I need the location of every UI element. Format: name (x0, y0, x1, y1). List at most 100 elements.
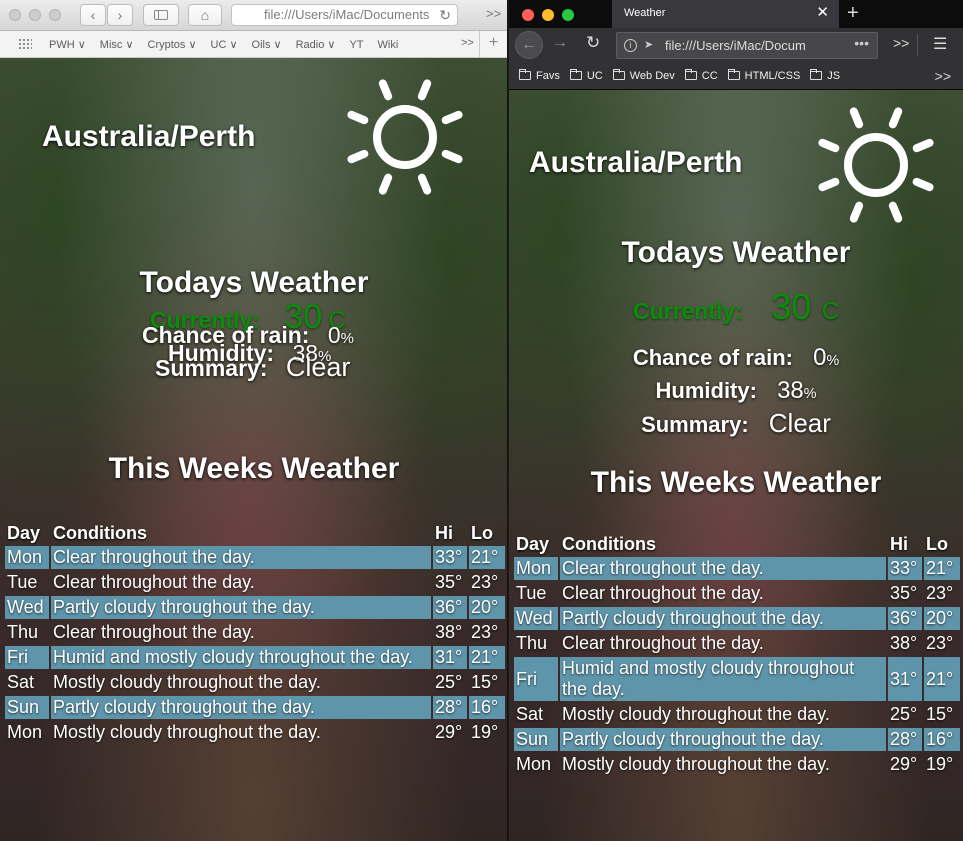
reload-button[interactable]: ↻ (586, 33, 600, 53)
bookmark-list: PWH ∨ Misc ∨ Cryptos ∨ UC ∨ Oils ∨ Radio ∨ YT W… (49, 38, 412, 51)
lo-cell: 23° (926, 633, 954, 653)
bookmark-item[interactable]: Cryptos ∨ (148, 39, 197, 51)
hi-cell: 33° (888, 557, 922, 580)
lo-cell: 23° (926, 583, 954, 603)
hi-cell: 33° (433, 546, 467, 569)
new-tab-button[interactable]: + (847, 2, 859, 25)
bookmark-item[interactable]: Misc ∨ (100, 39, 134, 51)
day-cell: Fri (514, 657, 558, 701)
back-button[interactable]: ‹ (80, 4, 106, 26)
hi-cell: 36° (888, 607, 922, 630)
minimize-button[interactable] (542, 9, 554, 21)
sun-icon (818, 107, 934, 223)
back-button[interactable]: ← (515, 31, 543, 59)
bookmark-folder[interactable]: Web Dev (612, 69, 675, 82)
folder-icon (612, 69, 625, 80)
forward-button[interactable]: › (107, 4, 133, 26)
table-row: Sun Partly cloudy throughout the day. 28° 1… (514, 728, 960, 751)
arrow-left-icon: ← (521, 36, 537, 53)
table-row: Mon Clear throughout the day. 33° 21° (514, 557, 960, 580)
close-button[interactable] (522, 9, 534, 21)
hi-cell: 28° (433, 696, 467, 719)
weather-page: Australia/Perth Todays Weather Currently… (0, 58, 507, 841)
day-cell: Sat (7, 672, 35, 692)
bookmark-list: Favs UC Web Dev CC HTML/CSS JS (519, 69, 850, 82)
day-cell: Wed (514, 607, 558, 630)
table-row: Fri Humid and mostly cloudy throughout th… (5, 646, 505, 669)
col-lo: Lo (471, 523, 493, 543)
table-row: Tue Clear throughout the day. 35° 23° (514, 582, 960, 605)
col-day: Day (7, 523, 41, 543)
zoom-button[interactable] (49, 9, 61, 21)
conditions-cell: Clear throughout the day. (560, 557, 886, 580)
bookmark-item[interactable]: Wiki (378, 39, 399, 51)
bookmark-label: CC (701, 70, 718, 82)
bookmark-label: HTML/CSS (744, 70, 801, 82)
day-cell: Thu (516, 633, 548, 653)
lo-cell: 16° (924, 728, 960, 751)
toolbar-overflow[interactable]: >> (893, 35, 909, 51)
close-tab-icon[interactable]: ✕ (816, 0, 829, 26)
sidebar-icon (154, 10, 168, 20)
chevron-right-icon: › (117, 7, 123, 23)
lo-cell: 21° (469, 546, 505, 569)
lo-cell: 19° (926, 754, 954, 774)
tab-strip: Weather ✕ + (509, 0, 963, 28)
address-bar[interactable]: i ➤ file:///Users/iMac/Docum ••• (616, 32, 878, 59)
reload-icon[interactable]: ↻ (439, 5, 451, 25)
col-conditions: Conditions (53, 523, 147, 543)
conditions-cell: Partly cloudy throughout the day. (560, 607, 886, 630)
new-tab-button[interactable]: + (479, 31, 507, 57)
rain-label: Chance of rain: (632, 345, 793, 370)
day-cell: Mon (516, 754, 552, 774)
bookmark-item[interactable]: UC ∨ (211, 39, 238, 51)
sidebar-button[interactable] (143, 4, 179, 26)
summary-label: Summary: (641, 412, 749, 437)
day-cell: Fri (5, 646, 49, 669)
address-text: file:///Users/iMac/Documents (264, 7, 430, 22)
firefox-window: Weather ✕ + ← → ↻ i ➤ file:///Users/iMac… (509, 0, 963, 841)
bookmarks-overflow[interactable]: >> (461, 37, 474, 49)
bookmark-folder[interactable]: HTML/CSS (727, 69, 801, 82)
bookmark-folder[interactable]: CC (684, 69, 718, 82)
conditions-cell: Humid and mostly cloudy throughout the d… (560, 657, 886, 701)
summary-label: Summary: (155, 355, 268, 381)
zoom-button[interactable] (562, 9, 574, 21)
top-sites-icon[interactable] (18, 38, 32, 50)
bookmark-label: Web Dev (629, 70, 675, 82)
table-row: Mon Mostly cloudy throughout the day. 29° 1… (5, 721, 505, 744)
bookmark-item[interactable]: Radio ∨ (296, 39, 336, 51)
conditions-cell: Partly cloudy throughout the day. (560, 728, 886, 751)
summary-row: Summary: Clear (155, 352, 350, 383)
lo-cell: 21° (924, 657, 960, 701)
bookmark-item[interactable]: Oils ∨ (252, 39, 282, 51)
col-conditions: Conditions (562, 534, 656, 554)
bookmarks-overflow[interactable]: >> (935, 68, 951, 84)
hi-cell: 35° (435, 572, 463, 592)
conditions-cell: Mostly cloudy throughout the day. (53, 672, 321, 692)
tab-weather[interactable]: Weather ✕ (612, 0, 839, 28)
home-icon: ⌂ (200, 7, 210, 23)
safari-toolbar: ‹ › ⌂ file:///Users/iMac/Documents ↻ >> (0, 0, 507, 31)
page-actions-button[interactable]: ••• (850, 33, 869, 56)
minimize-button[interactable] (29, 9, 41, 21)
hamburger-menu-icon[interactable]: ☰ (933, 34, 947, 54)
forward-button[interactable]: → (552, 34, 568, 52)
bookmark-folder[interactable]: Favs (519, 69, 560, 82)
toolbar-overflow[interactable]: >> (486, 6, 501, 21)
currently-row: Currently: 30 C (509, 286, 963, 328)
table-row: Thu Clear throughout the day. 38° 23° (5, 621, 505, 644)
address-bar[interactable]: file:///Users/iMac/Documents ↻ (231, 4, 458, 26)
day-cell: Sun (514, 728, 558, 751)
home-button[interactable]: ⌂ (188, 4, 222, 26)
bookmark-item[interactable]: PWH ∨ (49, 39, 86, 51)
info-icon[interactable]: i (624, 39, 637, 52)
humidity-value: 38 (777, 377, 804, 404)
location-title: Australia/Perth (42, 120, 256, 153)
bookmark-folder[interactable]: UC (569, 69, 603, 82)
close-button[interactable] (9, 9, 21, 21)
today-heading: Todays Weather (139, 266, 369, 299)
toolbar-divider (917, 34, 918, 56)
bookmark-folder[interactable]: JS (810, 69, 840, 82)
bookmark-item[interactable]: YT (349, 39, 363, 51)
